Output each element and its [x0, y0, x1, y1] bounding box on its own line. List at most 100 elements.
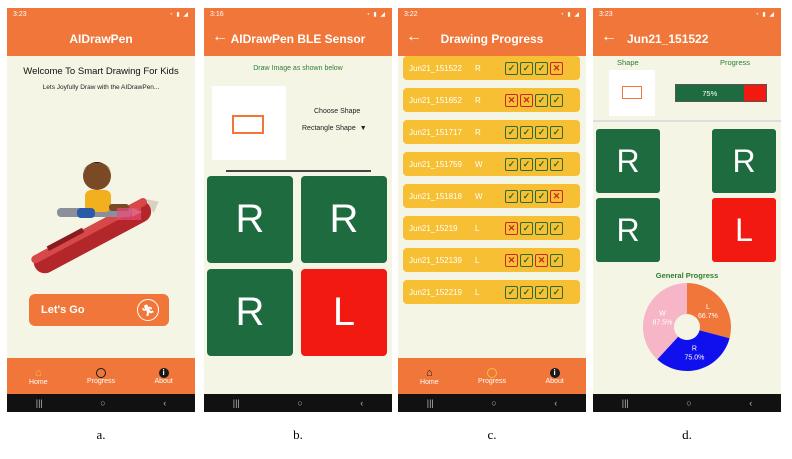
- general-progress-title: General Progress: [655, 271, 719, 280]
- check-icon: ✓: [535, 93, 548, 107]
- session-letter: W: [475, 159, 483, 169]
- caption-a: a.: [96, 427, 106, 442]
- check-icon: ✓: [535, 157, 548, 171]
- progress-row[interactable]: Jun21_15219 L ✕ ✓ ✓ ✓: [403, 216, 580, 240]
- app-bar: ← Jun21_151522: [593, 21, 781, 56]
- nav-about[interactable]: i About: [530, 367, 580, 385]
- progress-row[interactable]: Jun21_152139 L ✕ ✓ ✕ ✓: [403, 248, 580, 272]
- status-bar: 3:23 ◔ ▮ ◢: [7, 8, 195, 21]
- recents-icon[interactable]: |||: [622, 398, 629, 408]
- clock-icon: [486, 367, 497, 378]
- pie-label-w: W: [659, 310, 666, 317]
- letter-tile[interactable]: R: [207, 176, 293, 263]
- check-icon: ✓: [520, 61, 533, 75]
- nav-about[interactable]: i About: [139, 367, 189, 385]
- pie-label-l: L: [706, 304, 710, 311]
- home-circle-icon[interactable]: ○: [297, 398, 302, 408]
- nav-progress[interactable]: Progress: [76, 367, 126, 385]
- nav-progress-label: Progress: [86, 377, 115, 385]
- status-time: 3:23: [13, 11, 27, 18]
- check-icon: ✓: [520, 253, 533, 267]
- app-title: AIDrawPen: [69, 31, 133, 46]
- rectangle-shape-icon: [232, 115, 264, 134]
- running-figure-icon: 🏃︎: [137, 299, 159, 321]
- shape-label: Shape: [617, 58, 639, 67]
- lets-go-label: Let's Go: [41, 304, 85, 316]
- letter-tile[interactable]: R: [712, 129, 776, 193]
- home-circle-icon[interactable]: ○: [686, 398, 691, 408]
- home-circle-icon[interactable]: ○: [100, 398, 105, 408]
- check-icon: ✓: [550, 125, 563, 139]
- app-title: Jun21_151522: [627, 31, 709, 46]
- clock-icon: [95, 367, 106, 378]
- check-icon: ✓: [550, 93, 563, 107]
- home-icon: ⌂: [35, 366, 42, 379]
- attempt-marks: ✕ ✕ ✓ ✓: [505, 93, 563, 107]
- back-arrow-icon[interactable]: ←: [601, 28, 617, 46]
- progress-row[interactable]: Jun21_151652 R ✕ ✕ ✓ ✓: [403, 88, 580, 112]
- back-chevron-icon[interactable]: ‹: [360, 398, 363, 408]
- back-arrow-icon[interactable]: ←: [212, 28, 228, 46]
- check-icon: ✓: [550, 285, 563, 299]
- session-name: Jun21_152219: [409, 287, 462, 297]
- welcome-subtitle: Lets Joyfully Draw with the AIDrawPen...: [42, 84, 160, 91]
- pie-value-r: 75.0%: [684, 354, 704, 361]
- screen-drawing-progress: 3:22 ◔ ▮ ◢ ← Drawing Progress Jun21_1515…: [398, 8, 586, 412]
- letter-tile[interactable]: R: [301, 176, 387, 263]
- nav-home[interactable]: ⌂ Home: [404, 367, 454, 386]
- letter-tile[interactable]: L: [712, 198, 776, 262]
- home-icon: ⌂: [426, 366, 433, 379]
- session-name: Jun21_151522: [409, 63, 462, 73]
- nav-home-label: Home: [419, 378, 439, 386]
- letter-tile[interactable]: R: [207, 269, 293, 356]
- back-chevron-icon[interactable]: ‹: [749, 398, 752, 408]
- attempt-marks: ✕ ✓ ✕ ✓: [505, 253, 563, 267]
- info-icon: i: [158, 367, 169, 378]
- session-letter: W: [475, 191, 483, 201]
- cross-icon: ✕: [505, 253, 518, 267]
- check-icon: ✓: [535, 61, 548, 75]
- nav-progress[interactable]: Progress: [467, 367, 517, 385]
- letter-tile[interactable]: R: [596, 198, 660, 262]
- check-icon: ✓: [535, 285, 548, 299]
- progress-text: 75%: [702, 88, 718, 98]
- check-icon: ✓: [535, 221, 548, 235]
- nav-home-label: Home: [28, 378, 48, 386]
- check-icon: ✓: [550, 157, 563, 171]
- nav-home[interactable]: ⌂ Home: [13, 367, 63, 386]
- back-chevron-icon[interactable]: ‹: [163, 398, 166, 408]
- nav-about-label: About: [545, 377, 564, 385]
- back-arrow-icon[interactable]: ←: [406, 28, 422, 46]
- progress-row[interactable]: Jun21_151522 R ✓ ✓ ✓ ✕: [403, 56, 580, 80]
- caption-b: b.: [293, 427, 303, 442]
- recents-icon[interactable]: |||: [233, 398, 240, 408]
- attempt-marks: ✕ ✓ ✓ ✓: [505, 221, 563, 235]
- letter-tile[interactable]: R: [596, 129, 660, 193]
- progress-row[interactable]: Jun21_151759 W ✓ ✓ ✓ ✓: [403, 152, 580, 176]
- check-icon: ✓: [520, 125, 533, 139]
- letter-tile[interactable]: L: [301, 269, 387, 356]
- home-circle-icon[interactable]: ○: [491, 398, 496, 408]
- app-bar: ← AIDrawPen BLE Sensor: [204, 21, 392, 56]
- progress-row[interactable]: Jun21_151818 W ✓ ✓ ✓ ✕: [403, 184, 580, 208]
- back-chevron-icon[interactable]: ‹: [554, 398, 557, 408]
- rectangle-shape-icon: [622, 86, 642, 99]
- progress-row[interactable]: Jun21_151717 R ✓ ✓ ✓ ✓: [403, 120, 580, 144]
- bottom-nav: ⌂ Home Progress i About: [398, 358, 586, 394]
- attempt-marks: ✓ ✓ ✓ ✕: [505, 189, 563, 203]
- app-title: Drawing Progress: [440, 31, 544, 46]
- system-nav-bar: ||| ○ ‹: [204, 394, 392, 412]
- shape-dropdown[interactable]: Rectangle Shape ▼: [302, 125, 367, 132]
- recents-icon[interactable]: |||: [36, 398, 43, 408]
- shape-preview: [212, 86, 286, 160]
- kid-head: [83, 162, 111, 190]
- caption-d: d.: [682, 427, 692, 442]
- pie-center-hole: [674, 314, 700, 340]
- bottom-nav: ⌂ Home Progress i About: [7, 358, 195, 394]
- session-name: Jun21_152139: [409, 255, 462, 265]
- lets-go-button[interactable]: Let's Go 🏃︎: [29, 294, 169, 326]
- shape-preview: [609, 70, 655, 116]
- session-letter: L: [475, 223, 480, 233]
- recents-icon[interactable]: |||: [427, 398, 434, 408]
- progress-row[interactable]: Jun21_152219 L ✓ ✓ ✓ ✓: [403, 280, 580, 304]
